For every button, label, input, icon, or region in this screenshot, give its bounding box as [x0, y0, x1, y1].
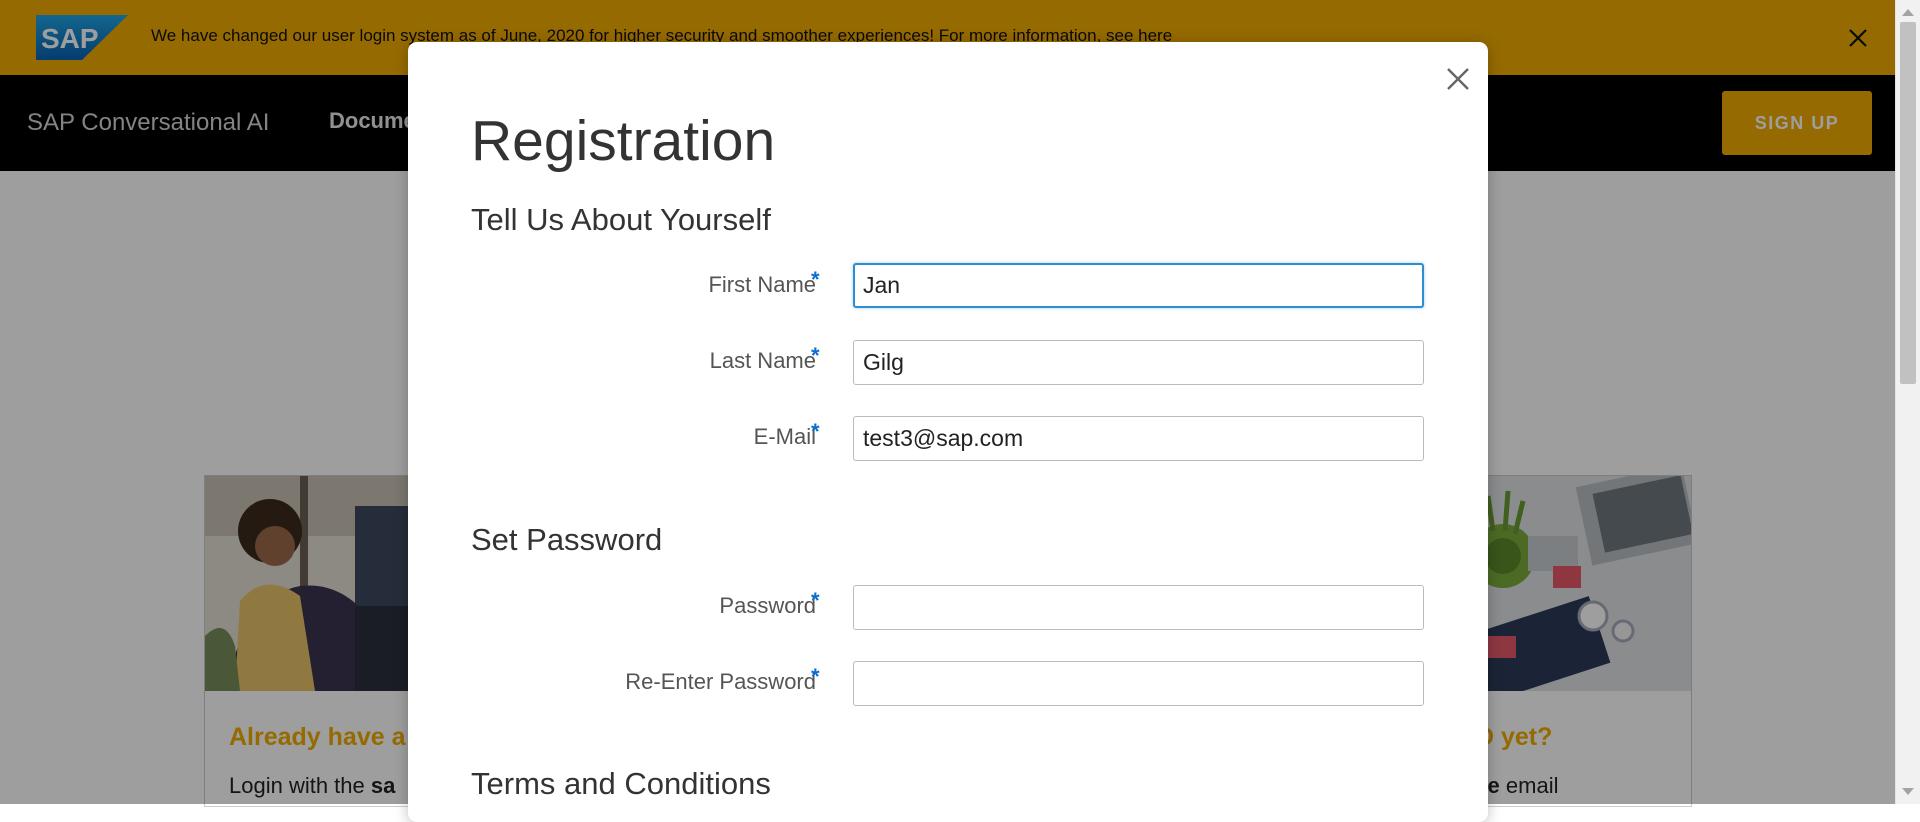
- scrollbar-thumb[interactable]: [1900, 22, 1916, 384]
- scroll-down-arrow-icon[interactable]: [1902, 788, 1914, 795]
- dialog-title: Registration: [471, 109, 776, 173]
- first-name-label: First Name: [708, 272, 816, 297]
- reenter-password-input[interactable]: [853, 661, 1424, 706]
- close-icon[interactable]: [1441, 62, 1475, 96]
- required-marker: *: [811, 343, 820, 368]
- scroll-up-arrow-icon[interactable]: [1902, 9, 1914, 16]
- section-title-terms: Terms and Conditions: [471, 766, 771, 801]
- email-input[interactable]: [853, 416, 1424, 461]
- section-title-about: Tell Us About Yourself: [471, 202, 771, 237]
- email-label: E-Mail: [753, 424, 816, 449]
- first-name-input[interactable]: [853, 263, 1424, 308]
- required-marker: *: [811, 267, 820, 292]
- required-marker: *: [811, 419, 820, 444]
- reenter-password-label: Re-Enter Password: [625, 669, 816, 694]
- registration-dialog: Registration Tell Us About Yourself Firs…: [408, 42, 1488, 822]
- required-marker: *: [811, 664, 820, 689]
- last-name-input[interactable]: [853, 340, 1424, 385]
- last-name-label: Last Name: [709, 348, 816, 373]
- page-scrollbar[interactable]: [1895, 0, 1920, 804]
- password-input[interactable]: [853, 585, 1424, 630]
- section-title-password: Set Password: [471, 522, 663, 557]
- required-marker: *: [811, 588, 820, 613]
- password-label: Password: [719, 593, 816, 618]
